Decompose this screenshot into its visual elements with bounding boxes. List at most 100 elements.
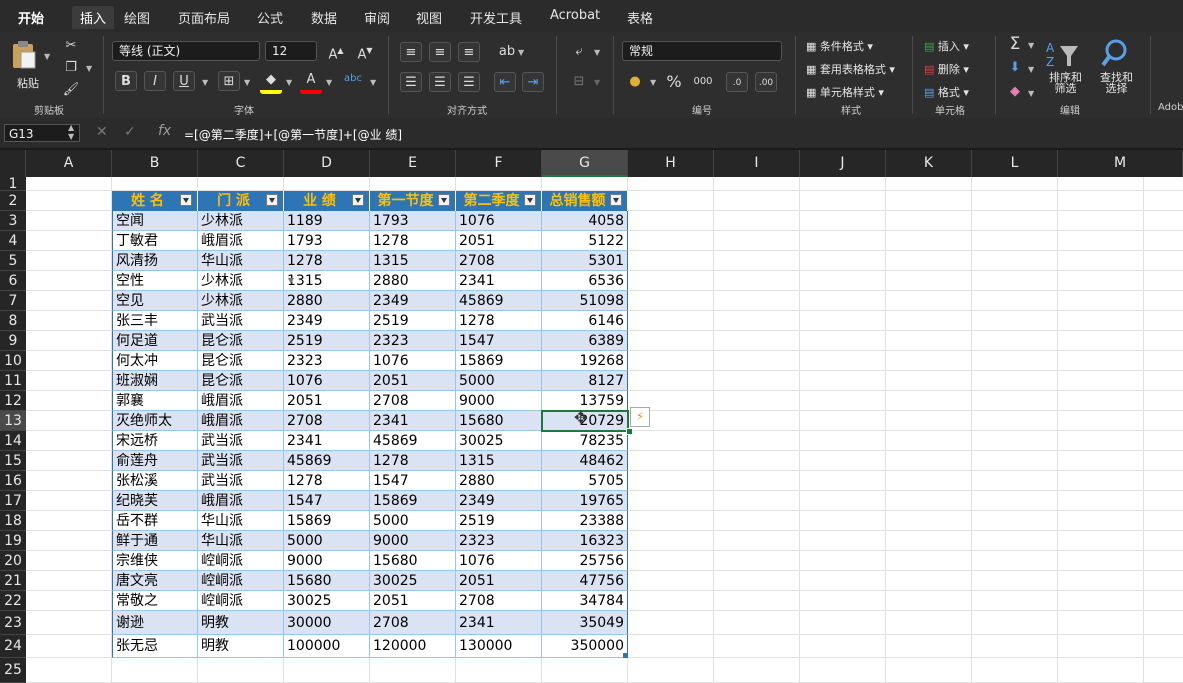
table-cell[interactable]: 昆仑派: [198, 371, 284, 391]
enter-icon[interactable]: ✓: [124, 124, 136, 140]
table-cell[interactable]: 1076: [370, 351, 456, 371]
row-header-2[interactable]: 2: [0, 191, 26, 211]
column-header-a[interactable]: A: [26, 150, 112, 177]
table-cell[interactable]: 45869: [370, 431, 456, 451]
table-cell[interactable]: 1793: [284, 231, 370, 251]
table-cell[interactable]: 100000: [284, 635, 370, 658]
table-cell[interactable]: 谢逊: [112, 611, 198, 635]
number-format-select[interactable]: 常规: [622, 41, 782, 61]
column-header-l[interactable]: L: [972, 150, 1058, 177]
table-cell[interactable]: 2708: [370, 391, 456, 411]
column-header-g[interactable]: G: [542, 150, 628, 177]
table-cell[interactable]: 2341: [456, 611, 542, 635]
fill-color-icon[interactable]: ◆: [260, 70, 282, 94]
increase-indent-icon[interactable]: ⇥: [522, 72, 544, 92]
clear-dropdown-icon[interactable]: ▼: [1028, 89, 1034, 98]
table-cell[interactable]: 崆峒派: [198, 551, 284, 571]
table-cell[interactable]: 15680: [370, 551, 456, 571]
fill-handle[interactable]: [626, 428, 633, 435]
row-header-12[interactable]: 12: [0, 391, 26, 411]
table-cell[interactable]: 少林派: [198, 211, 284, 231]
table-cell[interactable]: 9000: [456, 391, 542, 411]
tab-9[interactable]: 开发工具: [470, 8, 522, 27]
table-cell[interactable]: 2349: [370, 291, 456, 311]
row-header-21[interactable]: 21: [0, 571, 26, 591]
cut-icon[interactable]: ✂: [60, 36, 82, 56]
merge-cells-icon[interactable]: ⊟: [568, 72, 590, 92]
underline-button[interactable]: U: [173, 71, 195, 91]
table-cell[interactable]: 2708: [284, 411, 370, 431]
table-cell[interactable]: 武当派: [198, 471, 284, 491]
table-cell[interactable]: 1278: [284, 471, 370, 491]
align-right-icon[interactable]: ☰: [458, 72, 480, 92]
table-cell[interactable]: 张三丰: [112, 311, 198, 331]
filter-dropdown-icon[interactable]: [610, 194, 622, 206]
table-header-cell[interactable]: 门 派: [198, 191, 284, 211]
table-cell[interactable]: 少林派: [198, 271, 284, 291]
underline-dropdown-icon[interactable]: ▼: [202, 78, 208, 87]
filter-dropdown-icon[interactable]: [438, 194, 450, 206]
table-header-cell[interactable]: 业 绩: [284, 191, 370, 211]
insert-function-icon[interactable]: fx: [158, 123, 171, 139]
align-left-icon[interactable]: ☰: [400, 72, 422, 92]
tab-7[interactable]: 审阅: [364, 8, 390, 27]
table-cell[interactable]: 1793: [370, 211, 456, 231]
table-cell[interactable]: 2880: [284, 291, 370, 311]
align-middle-icon[interactable]: ≡: [429, 42, 451, 62]
column-header-b[interactable]: B: [112, 150, 198, 177]
table-cell[interactable]: 峨眉派: [198, 491, 284, 511]
table-cell[interactable]: 峨眉派: [198, 391, 284, 411]
table-cell[interactable]: 6389: [542, 331, 628, 351]
table-cell[interactable]: 34784: [542, 591, 628, 611]
table-cell[interactable]: 2341: [284, 431, 370, 451]
row-header-23[interactable]: 23: [0, 611, 26, 635]
row-header-19[interactable]: 19: [0, 531, 26, 551]
select-all-corner[interactable]: [0, 150, 26, 177]
row-header-10[interactable]: 10: [0, 351, 26, 371]
table-cell[interactable]: 5122: [542, 231, 628, 251]
text-orientation-icon[interactable]: ab: [496, 42, 518, 62]
bold-button[interactable]: B: [115, 71, 137, 91]
sort-filter-label[interactable]: 排序和 筛选: [1049, 72, 1082, 94]
delete-cells-button[interactable]: ▤ 删除 ▾: [924, 61, 969, 77]
font-name-select[interactable]: 等线 (正文): [112, 41, 260, 61]
table-cell[interactable]: 15869: [370, 491, 456, 511]
table-cell[interactable]: 5000: [456, 371, 542, 391]
table-cell[interactable]: 350000: [542, 635, 628, 658]
copy-dropdown-icon[interactable]: ▼: [86, 64, 92, 73]
currency-icon[interactable]: ●: [624, 72, 646, 92]
table-cell[interactable]: 15680: [456, 411, 542, 431]
format-as-table-button[interactable]: ▦ 套用表格格式 ▾: [806, 61, 895, 77]
find-select-icon[interactable]: [1100, 38, 1132, 70]
sort-filter-icon[interactable]: AZ: [1046, 38, 1082, 70]
align-center-icon[interactable]: ☰: [429, 72, 451, 92]
table-cell[interactable]: 1076: [284, 371, 370, 391]
table-cell[interactable]: 空闻: [112, 211, 198, 231]
column-header-d[interactable]: D: [284, 150, 370, 177]
row-header-9[interactable]: 9: [0, 331, 26, 351]
table-cell[interactable]: 45869: [284, 451, 370, 471]
column-header-f[interactable]: F: [456, 150, 542, 177]
table-cell[interactable]: 1278: [370, 231, 456, 251]
column-header-k[interactable]: K: [886, 150, 972, 177]
table-cell[interactable]: 华山派: [198, 511, 284, 531]
table-cell[interactable]: 2880: [370, 271, 456, 291]
decrease-indent-icon[interactable]: ⇤: [494, 72, 516, 92]
phonetic-icon[interactable]: abc: [342, 69, 364, 89]
table-cell[interactable]: 2519: [370, 311, 456, 331]
table-cell[interactable]: 30000: [284, 611, 370, 635]
font-grow-icon[interactable]: A▲: [325, 41, 347, 62]
table-cell[interactable]: 51098: [542, 291, 628, 311]
table-header-cell[interactable]: 第二季度: [456, 191, 542, 211]
tab-3[interactable]: 绘图: [124, 8, 150, 27]
tab-8[interactable]: 视图: [416, 8, 442, 27]
phonetic-dropdown-icon[interactable]: ▼: [370, 78, 376, 87]
tab-11[interactable]: 表格: [627, 8, 653, 27]
table-cell[interactable]: 何足道: [112, 331, 198, 351]
row-header-3[interactable]: 3: [0, 211, 26, 231]
table-cell[interactable]: 武当派: [198, 431, 284, 451]
table-cell[interactable]: 30025: [456, 431, 542, 451]
table-cell[interactable]: 张松溪: [112, 471, 198, 491]
orientation-dropdown-icon[interactable]: ▼: [518, 48, 524, 57]
table-cell[interactable]: 47756: [542, 571, 628, 591]
